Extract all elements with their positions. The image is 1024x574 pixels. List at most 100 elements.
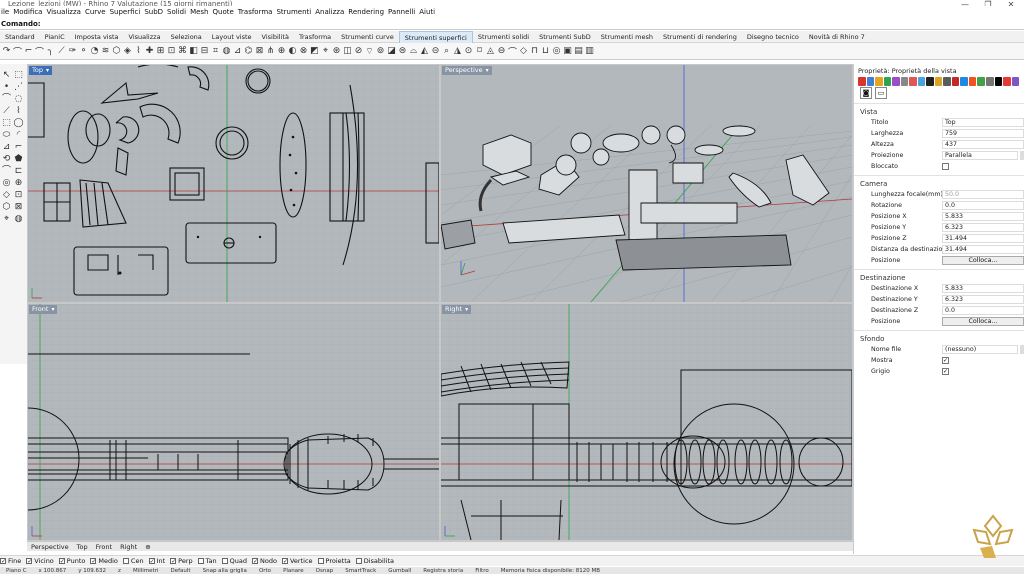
status-y-109-632[interactable]: y 109.632 <box>72 568 112 574</box>
panel-tab-icon-11[interactable] <box>943 76 951 86</box>
tool-icon-27[interactable]: ◐ <box>288 46 297 57</box>
tab-standard[interactable]: Standard <box>0 31 40 43</box>
osnap-checkbox[interactable]: ✓ <box>26 558 32 565</box>
left-tool-icon-15[interactable]: ⟲ <box>1 154 12 165</box>
prop-checkbox[interactable]: ✓ <box>942 357 949 364</box>
osnap-medio[interactable]: ✓ Medio <box>90 557 118 565</box>
tab-strumenti-mesh[interactable]: Strumenti mesh <box>596 31 658 43</box>
osnap-quad[interactable]: Quad <box>221 557 247 565</box>
left-tool-icon-20[interactable]: ⊕ <box>13 178 24 189</box>
osnap-checkbox[interactable] <box>355 558 362 564</box>
tool-icon-16[interactable]: ⊡ <box>167 46 176 57</box>
left-tool-icon-6[interactable]: ◌ <box>13 94 24 105</box>
tool-icon-35[interactable]: ⊚ <box>376 46 385 57</box>
tool-icon-38[interactable]: ⌓ <box>409 46 418 57</box>
menu-strumenti[interactable]: Strumenti <box>276 8 315 16</box>
menu-curve[interactable]: Curve <box>85 8 110 16</box>
panel-tab-icon-8[interactable] <box>917 76 926 86</box>
osnap-nodo[interactable]: ✓ Nodo <box>252 557 277 565</box>
tool-icon-49[interactable]: ⊓ <box>530 46 539 57</box>
osnap-checkbox[interactable] <box>122 558 129 564</box>
osnap-checkbox[interactable]: ✓ <box>90 558 96 565</box>
prop-value-lunghezza-focale-mm[interactable]: 50.0 <box>942 190 1024 199</box>
viewport-right[interactable]: Right ▾ <box>441 304 852 540</box>
left-tool-icon-9[interactable]: ⬚ <box>1 118 12 129</box>
add-viewport-tab-icon[interactable]: ⊕ <box>141 543 154 551</box>
prop-checkbox[interactable]: ✓ <box>942 368 949 375</box>
panel-tab-icon-13[interactable] <box>960 76 968 86</box>
osnap-int[interactable]: ✓ Int <box>148 557 165 565</box>
menu-ile[interactable]: ile <box>1 8 13 16</box>
status-memoria-fisica-disponibile-8120-mb[interactable]: Memoria fisica disponibile: 8120 MB <box>495 568 606 574</box>
tab-layout-viste[interactable]: Layout viste <box>207 31 257 43</box>
tool-icon-25[interactable]: ⋔ <box>266 46 275 57</box>
menu-visualizza[interactable]: Visualizza <box>46 8 84 16</box>
panel-tab-icon-15[interactable] <box>977 76 985 86</box>
tool-icon-11[interactable]: ⬡ <box>112 46 121 57</box>
tool-icon-23[interactable]: ⌬ <box>244 46 253 57</box>
tool-icon-46[interactable]: ⊖ <box>497 46 506 57</box>
status-millimetri[interactable]: Millimetri <box>127 568 165 574</box>
left-tool-icon-12[interactable]: ◜ <box>13 130 24 141</box>
tab-trasforma[interactable]: Trasforma <box>294 31 336 43</box>
osnap-tan[interactable]: Tan <box>197 557 217 565</box>
tool-icon-1[interactable]: ↷ <box>2 46 11 57</box>
tool-icon-3[interactable]: ⌐ <box>24 46 33 57</box>
prop-value-posizione-z[interactable]: 31.494 <box>942 234 1024 243</box>
tool-icon-28[interactable]: ⊗ <box>299 46 308 57</box>
panel-tab-icon-19[interactable] <box>1011 76 1020 86</box>
tab-pianic[interactable]: PianiC <box>40 31 70 43</box>
prop-checkbox[interactable] <box>942 163 949 170</box>
tool-icon-6[interactable]: ⟋ <box>57 46 66 57</box>
osnap-vicino[interactable]: ✓ Vicino <box>26 557 54 565</box>
viewport-perspective[interactable]: Perspective ▾ <box>441 65 852 302</box>
tool-icon-24[interactable]: ⊠ <box>255 46 264 57</box>
viewport-menu-icon[interactable]: ▾ <box>486 66 489 75</box>
panel-tab-icon-17[interactable] <box>994 76 1003 86</box>
panel-tab-icon-6[interactable] <box>900 76 909 86</box>
osnap-checkbox[interactable] <box>221 558 228 564</box>
left-tool-icon-14[interactable]: ⌐ <box>13 142 24 153</box>
left-tool-icon-24[interactable]: ⊠ <box>13 202 24 213</box>
tab-visibilita[interactable]: Visibilità <box>257 31 294 43</box>
left-tool-icon-13[interactable]: ⊿ <box>1 142 12 153</box>
panel-tab-icon-1[interactable] <box>858 76 866 86</box>
tool-icon-43[interactable]: ⊙ <box>464 46 473 57</box>
prop-value-altezza[interactable]: 437 <box>942 140 1024 149</box>
viewport-menu-icon[interactable]: ▾ <box>51 305 54 314</box>
viewport-tab-perspective[interactable]: Perspective <box>27 543 73 551</box>
panel-tab-icon-10[interactable] <box>934 76 943 86</box>
tab-strumenti-curve[interactable]: Strumenti curve <box>336 31 399 43</box>
tool-icon-18[interactable]: ◧ <box>189 46 198 57</box>
menu-superfici[interactable]: Superfici <box>110 8 145 16</box>
panel-tab-icon-4[interactable] <box>883 76 892 86</box>
osnap-checkbox[interactable]: ✓ <box>148 558 155 565</box>
status-osnap[interactable]: Osnap <box>310 568 340 574</box>
left-tool-icon-25[interactable]: ⌖ <box>1 214 12 225</box>
osnap-checkbox[interactable]: ✓ <box>170 558 176 565</box>
panel-tab-icon-16[interactable] <box>985 76 994 86</box>
tool-icon-40[interactable]: ⊝ <box>431 46 440 57</box>
left-tool-icon-1[interactable]: ↖ <box>1 70 12 81</box>
status-registra-storia[interactable]: Registra storia <box>417 568 469 574</box>
tool-icon-37[interactable]: ⊜ <box>398 46 407 57</box>
left-tool-icon-23[interactable]: ⬡ <box>1 202 12 213</box>
viewport-tab-right[interactable]: Right <box>116 543 141 551</box>
status-default[interactable]: Default <box>164 568 196 574</box>
tool-icon-51[interactable]: ◎ <box>552 46 561 57</box>
tool-icon-41[interactable]: ⌕ <box>442 46 451 57</box>
tool-icon-34[interactable]: ⌔ <box>365 46 374 57</box>
prop-value-titolo[interactable]: Top <box>942 118 1024 127</box>
status-x-100-867[interactable]: x 100.867 <box>33 568 73 574</box>
osnap-fine[interactable]: ✓ Fine <box>0 557 21 565</box>
tool-icon-13[interactable]: ⌇ <box>134 46 143 57</box>
menu-modifica[interactable]: Modifica <box>13 8 46 16</box>
status-filtro[interactable]: Filtro <box>469 568 494 574</box>
tab-imposta-vista[interactable]: Imposta vista <box>70 31 124 43</box>
tool-icon-19[interactable]: ⊟ <box>200 46 209 57</box>
panel-tab-icon-14[interactable] <box>968 76 977 86</box>
status-gumball[interactable]: Gumball <box>382 568 417 574</box>
prop-value-posizione-y[interactable]: 6.323 <box>942 223 1024 232</box>
tool-icon-44[interactable]: ⌑ <box>475 46 484 57</box>
left-tool-icon-16[interactable]: ⬟ <box>13 154 24 165</box>
